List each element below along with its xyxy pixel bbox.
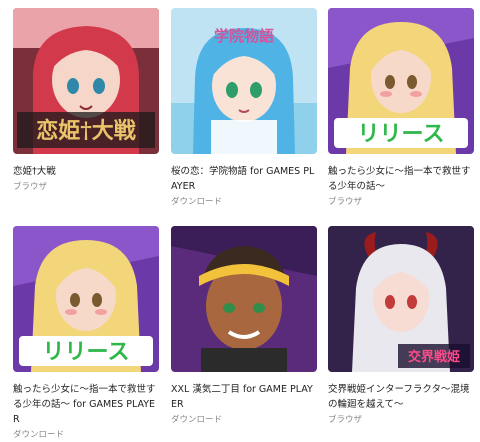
game-logo-text: 交界戦姫	[408, 349, 460, 365]
game-logo-text: リリース	[43, 340, 130, 365]
game-grid: 恋姫†大戦 恋姫†大戦 ブラウザ 学院物語 桜の恋：学院物語 for GAMES…	[0, 0, 480, 440]
game-title[interactable]: 恋姫†大戦	[13, 164, 159, 179]
game-card[interactable]: XXL 漢気二丁目 for GAME PLAYER ダウンロード	[171, 226, 317, 427]
game-type-label: ブラウザ	[13, 182, 48, 192]
game-type-label: ダウンロード	[171, 415, 223, 425]
game-type-label: ダウンロード	[171, 197, 223, 207]
game-title[interactable]: 触ったら少女に～指一本で救世する少年の話～	[328, 164, 474, 194]
game-card[interactable]: 学院物語 桜の恋：学院物語 for GAMES PLAYER ダウンロード	[171, 8, 317, 209]
game-thumbnail[interactable]: リリース	[13, 226, 159, 372]
game-thumbnail[interactable]: 交界戦姫	[328, 226, 474, 372]
game-title[interactable]: 交界戦姫インターフラクタ～混境の輪廻を越えて～	[328, 382, 474, 412]
game-card[interactable]: リリース 触ったら少女に～指一本で救世する少年の話～ for GAMES PLA…	[13, 226, 159, 442]
game-thumbnail[interactable]: 恋姫†大戦	[13, 8, 159, 154]
game-title[interactable]: XXL 漢気二丁目 for GAME PLAYER	[171, 382, 317, 412]
game-thumbnail[interactable]	[171, 226, 317, 372]
game-logo-text: 恋姫†大戦	[36, 118, 137, 144]
game-thumbnail[interactable]: 学院物語	[171, 8, 317, 154]
game-card[interactable]: 交界戦姫 交界戦姫インターフラクタ～混境の輪廻を越えて～ ブラウザ	[328, 226, 474, 427]
game-type-label: ブラウザ	[328, 415, 363, 425]
game-logo-text: 学院物語	[214, 27, 274, 45]
game-type-label: ブラウザ	[328, 197, 363, 207]
game-title[interactable]: 桜の恋：学院物語 for GAMES PLAYER	[171, 164, 317, 194]
game-thumbnail[interactable]: リリース	[328, 8, 474, 154]
game-type-label: ダウンロード	[13, 430, 65, 440]
game-card[interactable]: 恋姫†大戦 恋姫†大戦 ブラウザ	[13, 8, 159, 194]
game-title[interactable]: 触ったら少女に～指一本で救世する少年の話～ for GAMES PLAYER	[13, 382, 159, 427]
game-card[interactable]: リリース 触ったら少女に～指一本で救世する少年の話～ ブラウザ	[328, 8, 474, 209]
game-logo-text: リリース	[358, 122, 445, 147]
